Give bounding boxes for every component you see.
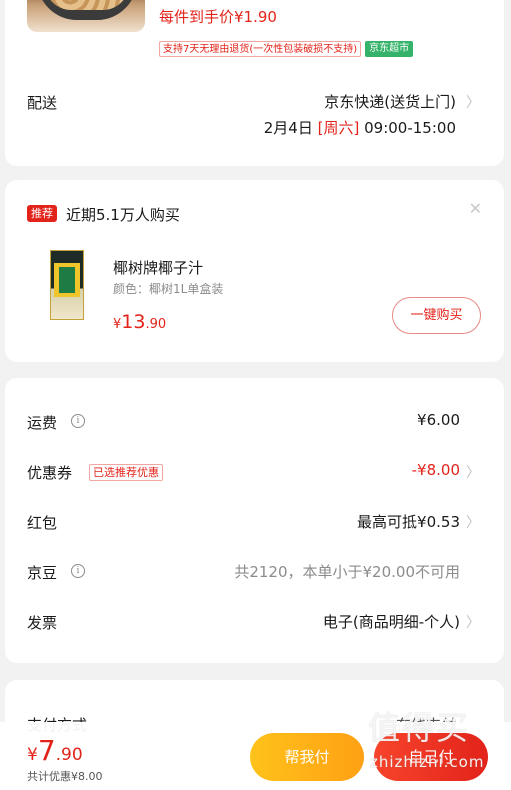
price-decimal: .90	[55, 745, 83, 765]
unit-price: 每件到手价¥1.90	[159, 8, 277, 26]
product-thumbnail[interactable]	[27, 0, 145, 32]
one-click-buy-button[interactable]: 一键购买	[392, 297, 481, 334]
shipping-value: ¥6.00	[417, 411, 460, 429]
recommend-badge: 推荐	[27, 205, 57, 222]
redpacket-value: 最高可抵¥0.53	[357, 513, 460, 531]
info-icon[interactable]: i	[71, 414, 85, 428]
chevron-right-icon[interactable]: 〉	[466, 92, 480, 112]
self-pay-button[interactable]: 自己付	[374, 733, 488, 781]
shipping-row: 运费 i ¥6.00	[5, 411, 504, 435]
delivery-label: 配送	[27, 94, 58, 112]
delivery-time[interactable]: 2月4日 [周六] 09:00-15:00	[264, 117, 456, 138]
service-tags: 支持7天无理由退货(一次性包装破损不支持) 京东超市	[159, 41, 414, 57]
info-icon[interactable]: i	[71, 564, 85, 578]
recommend-product-spec: 颜色：椰树1L单盒装	[113, 282, 224, 296]
redpacket-label: 红包	[27, 514, 58, 532]
delivery-method[interactable]: 京东快递(送货上门)	[324, 91, 456, 112]
recommend-title: 近期5.1万人购买	[66, 206, 180, 224]
shipping-label: 运费	[27, 414, 58, 432]
delivery-time-range: 09:00-15:00	[364, 119, 456, 137]
recommend-card: 推荐 近期5.1万人购买 ✕ 椰树牌椰子汁 颜色：椰树1L单盒装 ¥13.90 …	[5, 180, 504, 362]
coupon-selected-tag: 已选推荐优惠	[89, 464, 163, 481]
jingdou-label: 京豆	[27, 564, 58, 582]
delivery-date: 2月4日	[263, 119, 313, 137]
label-graphic-inner	[59, 267, 75, 293]
return-policy-tag: 支持7天无理由退货(一次性包装破损不支持)	[159, 41, 362, 57]
checkout-bar: ¥7.90 共计优惠¥8.00 帮我付 自己付	[0, 722, 511, 790]
price-integer: 7	[37, 734, 56, 767]
close-icon[interactable]: ✕	[469, 199, 482, 218]
coconut-juice-image[interactable]	[50, 250, 84, 320]
price-integer: 13	[121, 311, 146, 333]
fees-card: 运费 i ¥6.00 优惠券 已选推荐优惠 -¥8.00 〉 红包 最高可抵¥0…	[5, 378, 504, 663]
total-price: ¥7.90	[27, 734, 83, 767]
redpacket-row[interactable]: 红包 最高可抵¥0.53 〉	[5, 511, 504, 535]
price-decimal: .90	[145, 317, 167, 332]
chevron-right-icon[interactable]: 〉	[466, 462, 480, 482]
product-delivery-card: 每件到手价¥1.90 支持7天无理由退货(一次性包装破损不支持) 京东超市 配送…	[5, 0, 504, 166]
help-pay-button[interactable]: 帮我付	[250, 733, 364, 781]
jd-supermarket-tag: 京东超市	[365, 41, 414, 57]
chevron-right-icon[interactable]: 〉	[466, 612, 480, 632]
invoice-label: 发票	[27, 614, 58, 632]
coupon-label: 优惠券	[27, 464, 73, 482]
invoice-row[interactable]: 发票 电子(商品明细-个人) 〉	[5, 611, 504, 635]
recommend-product-name[interactable]: 椰树牌椰子汁	[113, 257, 203, 278]
chevron-right-icon[interactable]: 〉	[466, 512, 480, 532]
coupon-row[interactable]: 优惠券 已选推荐优惠 -¥8.00 〉	[5, 461, 504, 485]
total-saving: 共计优惠¥8.00	[27, 770, 103, 783]
price-symbol: ¥	[27, 745, 38, 765]
coupon-value: -¥8.00	[411, 461, 460, 479]
jingdou-row: 京豆 i 共2120，本单小于¥20.00不可用	[5, 561, 504, 585]
invoice-value: 电子(商品明细-个人)	[322, 613, 460, 631]
delivery-weekday: [周六]	[317, 119, 360, 137]
jingdou-value: 共2120，本单小于¥20.00不可用	[234, 563, 460, 581]
recommend-price: ¥13.90	[113, 311, 166, 333]
